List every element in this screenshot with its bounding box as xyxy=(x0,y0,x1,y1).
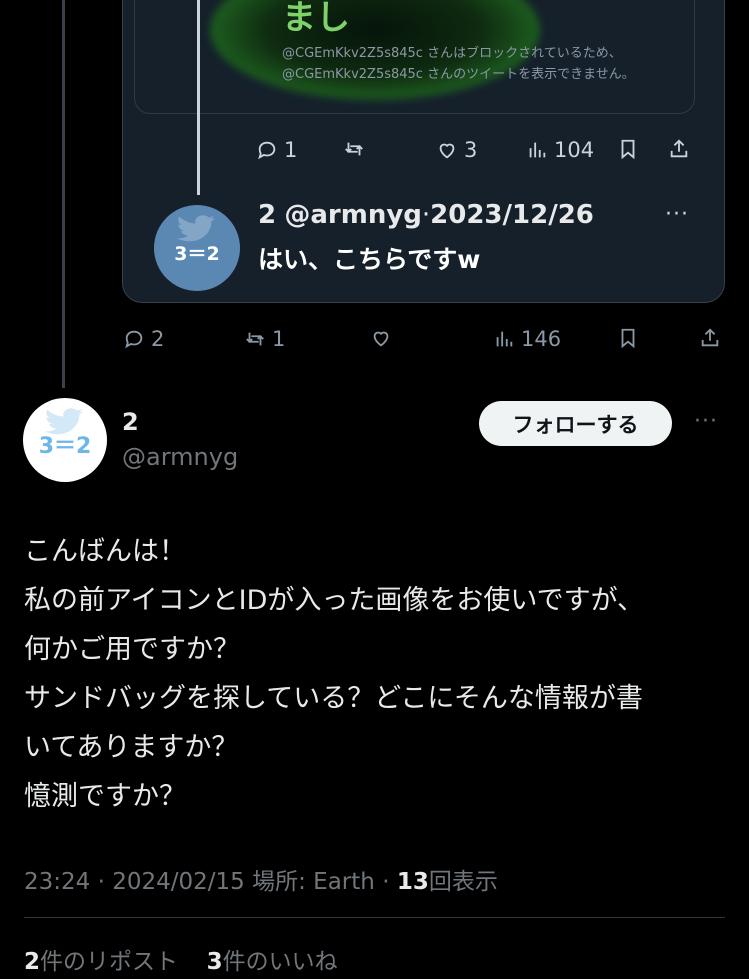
likes-link[interactable]: 3件のいいね xyxy=(207,949,338,975)
meta-separator: · xyxy=(97,869,105,895)
author-name[interactable]: 2 xyxy=(122,408,139,436)
view-total: 13 xyxy=(396,869,429,895)
reply-icon xyxy=(258,141,276,160)
retweet-button[interactable]: 1 xyxy=(244,327,285,351)
reply-avatar[interactable]: 3＝2 xyxy=(154,205,240,291)
reply-header: 2 @armnyg·2023/12/26 xyxy=(258,200,594,230)
reply-count: 2 xyxy=(151,327,165,351)
reply-text: はい、こちらですw xyxy=(258,245,481,274)
more-icon[interactable]: ··· xyxy=(694,409,718,434)
share-icon xyxy=(670,139,688,158)
views-button[interactable]: 146 xyxy=(493,327,561,351)
quote-like-button[interactable]: 3 xyxy=(436,138,477,162)
reply-date[interactable]: 2023/12/26 xyxy=(430,200,594,230)
reposts-link[interactable]: 2件のリポスト xyxy=(24,949,178,975)
heart-icon xyxy=(439,143,455,159)
likes-label: 件のいいね xyxy=(222,949,338,975)
reposts-label: 件のリポスト xyxy=(40,949,179,975)
reply-icon xyxy=(125,330,143,349)
tweet-meta: 23:24 · 2024/02/15 場所: Earth · 13回表示 xyxy=(24,862,498,896)
author-avatar[interactable]: 3＝2 xyxy=(23,398,107,482)
tweet-line: 何かご用ですか？ xyxy=(24,634,240,665)
author-avatar-text: 3＝2 xyxy=(38,434,92,459)
engagement-stats: 2件のリポスト 3件のいいね xyxy=(24,942,338,976)
tweet-location: 場所: Earth xyxy=(252,869,375,895)
likes-count: 3 xyxy=(206,949,223,975)
quote-bookmark-button[interactable] xyxy=(617,138,639,160)
blurred-heading: まし xyxy=(282,0,350,38)
view-count: 146 xyxy=(521,327,562,351)
tweet-line: 私の前アイコンとIDが入った画像をお使いですが、 xyxy=(24,585,645,616)
tweet-line: サンドバッグを探している？どこにそんな情報が書 xyxy=(24,683,643,714)
views-label: 回表示 xyxy=(428,869,498,895)
views-icon xyxy=(496,331,513,347)
reply-separator: · xyxy=(421,200,431,230)
quote-thread-line xyxy=(197,0,200,195)
heart-icon xyxy=(373,331,389,347)
views-icon xyxy=(529,142,546,158)
like-button[interactable] xyxy=(370,327,398,349)
share-button[interactable] xyxy=(699,327,721,349)
bookmark-button[interactable] xyxy=(617,327,639,349)
follow-button[interactable]: フォローする xyxy=(479,401,672,446)
reply-button[interactable]: 2 xyxy=(123,327,164,351)
quote-reply-count: 1 xyxy=(284,138,298,162)
retweet-icon xyxy=(246,332,264,346)
bookmark-icon xyxy=(621,139,635,160)
tweet-date[interactable]: 2024/02/15 xyxy=(112,869,245,895)
reply-name[interactable]: 2 xyxy=(258,200,276,230)
reply-avatar-text: 3＝2 xyxy=(174,242,220,265)
quote-retweet-button[interactable] xyxy=(343,138,371,160)
divider xyxy=(24,917,725,918)
author-handle[interactable]: @armnyg xyxy=(122,443,238,471)
quote-view-count: 104 xyxy=(554,138,595,162)
quote-share-button[interactable] xyxy=(668,138,690,160)
share-icon xyxy=(701,328,719,347)
meta-separator: · xyxy=(382,869,390,895)
quote-like-count: 3 xyxy=(464,138,478,162)
tweet-line: いてありますか？ xyxy=(24,732,239,763)
quote-reply-button[interactable]: 1 xyxy=(256,138,297,162)
reply-handle[interactable]: @armnyg xyxy=(284,200,422,230)
thread-line xyxy=(62,0,65,388)
bookmark-icon xyxy=(621,328,635,349)
tweet-line: 憶測ですか？ xyxy=(24,781,186,812)
tweet-text: こんばんは！ 私の前アイコンとIDが入った画像をお使いですが、 何かご用ですか？… xyxy=(24,527,724,821)
reposts-count: 2 xyxy=(24,949,41,975)
retweet-count: 1 xyxy=(272,327,286,351)
blocked-notice-text: @CGEmKkv2Z5s845c さんはブロックされているため、@CGEmKkv… xyxy=(282,46,635,82)
tweet-line: こんばんは！ xyxy=(24,536,186,567)
reply-more-icon[interactable]: ··· xyxy=(665,202,689,227)
retweet-icon xyxy=(345,142,363,156)
tweet-time[interactable]: 23:24 xyxy=(24,869,90,895)
quote-views-button[interactable]: 104 xyxy=(526,138,594,162)
